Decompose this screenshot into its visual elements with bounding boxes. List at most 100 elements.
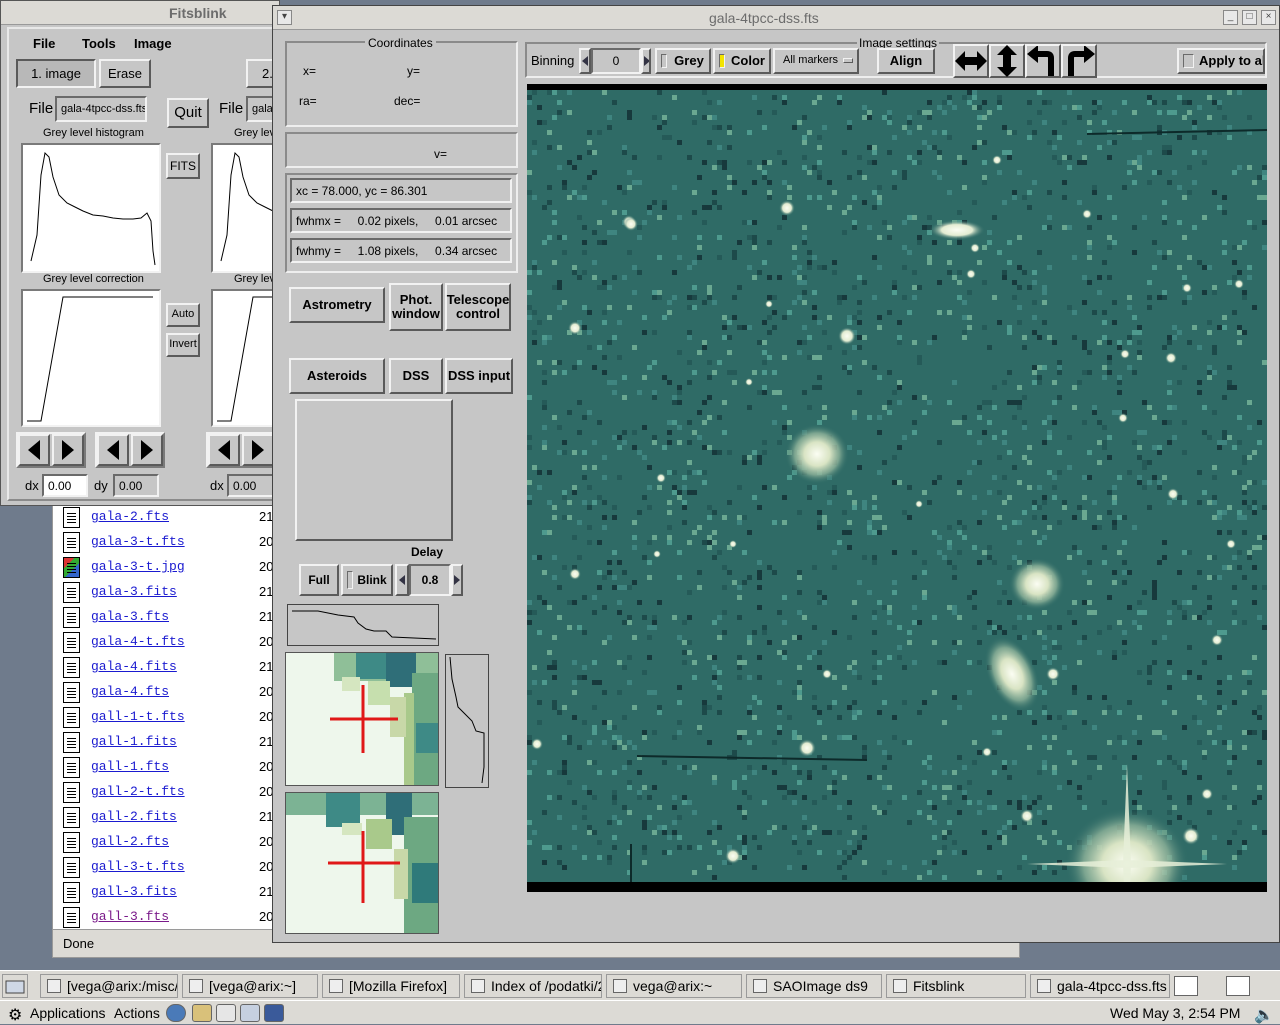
taskbar-button[interactable]: [Mozilla Firefox]	[322, 974, 460, 998]
file-link[interactable]: gala-3.fts	[91, 609, 169, 624]
actions-menu[interactable]: Actions	[114, 1005, 160, 1021]
x-label: x=	[303, 64, 317, 78]
left-arrow-button-2[interactable]	[97, 434, 129, 466]
dy-input[interactable]: 0.00	[113, 474, 159, 497]
binning-decrease-button[interactable]	[579, 48, 591, 74]
file-link[interactable]: gall-1.fts	[91, 759, 169, 774]
window-menu-icon[interactable]: ▾	[277, 10, 292, 25]
taskbar-button[interactable]: [vega@arix:/misc/a	[40, 974, 178, 998]
asteroids-button[interactable]: Asteroids	[289, 358, 385, 394]
file-link[interactable]: gala-4.fits	[91, 659, 177, 674]
full-button[interactable]: Full	[299, 564, 339, 596]
left-arrow-button[interactable]	[18, 434, 50, 466]
color-indicator	[719, 54, 725, 68]
star	[1201, 788, 1213, 800]
blink-toggle[interactable]: Blink	[341, 564, 393, 596]
star	[745, 378, 753, 386]
telescope-control-button[interactable]: Telescope control	[445, 283, 511, 331]
binning-increase-button[interactable]	[641, 48, 651, 74]
taskbar-button[interactable]: [vega@arix:~]	[182, 974, 318, 998]
file-link[interactable]: gala-3.fits	[91, 584, 177, 599]
volume-icon[interactable]: 🔈	[1254, 1005, 1274, 1025]
small-right-arrow-icon	[454, 575, 460, 585]
grey-toggle[interactable]: Grey	[655, 48, 711, 74]
file-link[interactable]: gall-2.fts	[91, 834, 169, 849]
astrometry-button[interactable]: Astrometry	[289, 287, 385, 323]
minimize-icon[interactable]: _	[1223, 10, 1238, 25]
star	[1234, 279, 1244, 289]
presentation-icon[interactable]	[240, 1004, 260, 1022]
dx-input[interactable]: 0.00	[42, 474, 88, 497]
show-desktop-button[interactable]	[2, 974, 28, 998]
fits-button[interactable]: FITS	[166, 153, 200, 179]
menu-tools[interactable]: Tools	[82, 36, 116, 51]
writer-icon[interactable]	[216, 1004, 236, 1022]
sky-image-view[interactable]	[527, 84, 1268, 964]
invert-button[interactable]: Invert	[166, 333, 200, 357]
file-link[interactable]: gall-3-t.fts	[91, 859, 185, 874]
close-icon[interactable]: ×	[1261, 10, 1276, 25]
redhat-menu-icon[interactable]: ⚙	[8, 1005, 22, 1025]
left-arrow-button-3[interactable]	[208, 434, 240, 466]
quit-button[interactable]: Quit	[167, 98, 209, 128]
email-icon[interactable]	[192, 1004, 212, 1022]
file-link[interactable]: gall-1-t.fts	[91, 709, 185, 724]
window-icon	[613, 979, 627, 993]
dss-input-button[interactable]: DSS input	[445, 358, 513, 394]
dx-input-2[interactable]: 0.00	[227, 474, 277, 497]
document-icon	[63, 732, 80, 753]
erase-button[interactable]: Erase	[99, 59, 151, 88]
file-field[interactable]: gala-4tpcc-dss.fts	[55, 96, 147, 122]
menu-image[interactable]: Image	[134, 36, 172, 51]
tab-image-1[interactable]: 1. image	[16, 59, 96, 88]
auto-button[interactable]: Auto	[166, 303, 200, 327]
taskbar-button[interactable]: Index of /podatki/20	[464, 974, 602, 998]
file-link[interactable]: gall-1.fits	[91, 734, 177, 749]
right-arrow-button-3[interactable]	[242, 434, 274, 466]
taskbar-button[interactable]: Fitsblink	[886, 974, 1026, 998]
arrow-left-icon	[28, 440, 40, 460]
dx-label-2: dx	[210, 478, 224, 493]
arrow-right-icon	[62, 440, 74, 460]
web-browser-icon[interactable]	[166, 1004, 186, 1022]
file-link[interactable]: gala-2.fts	[91, 509, 169, 524]
workspace-1-icon[interactable]	[1174, 976, 1198, 996]
file-link[interactable]: gala-3-t.jpg	[91, 559, 185, 574]
applications-menu[interactable]: Applications	[30, 1005, 106, 1021]
file-link[interactable]: gala-4.fts	[91, 684, 169, 699]
taskbar-button[interactable]: gala-4tpcc-dss.fts	[1030, 974, 1170, 998]
workspace-2-icon[interactable]	[1226, 976, 1250, 996]
file-link[interactable]: gall-2.fits	[91, 809, 177, 824]
delay-value[interactable]: 0.8	[409, 564, 451, 596]
file-link[interactable]: gala-4-t.fts	[91, 634, 185, 649]
apply-to-all-toggle[interactable]: Apply to all	[1177, 48, 1265, 74]
delay-decrease-button[interactable]	[395, 564, 409, 596]
maximize-icon[interactable]: □	[1242, 10, 1257, 25]
clock: Wed May 3, 2:54 PM	[1110, 1005, 1241, 1021]
dss-button[interactable]: DSS	[389, 358, 443, 394]
top-panel: ⚙ Applications Actions Wed May 3, 2:54 P…	[0, 1000, 1280, 1024]
file-link[interactable]: gall-3.fts	[91, 909, 169, 924]
binning-value[interactable]: 0	[591, 48, 641, 74]
color-toggle[interactable]: Color	[713, 48, 771, 74]
align-button[interactable]: Align	[877, 48, 935, 74]
phot-window-button[interactable]: Phot. window	[389, 283, 443, 331]
rotate-right-button[interactable]	[1061, 44, 1097, 78]
taskbar-button[interactable]: SAOImage ds9	[746, 974, 882, 998]
flip-vertical-button[interactable]	[989, 44, 1025, 78]
markers-dropdown[interactable]: All markers	[773, 48, 859, 74]
taskbar-button[interactable]: vega@arix:~	[606, 974, 742, 998]
rotate-left-button[interactable]	[1025, 44, 1061, 78]
image-window-title-bar[interactable]: ▾ gala-4tpcc-dss.fts _ □ ×	[273, 6, 1279, 30]
right-arrow-button[interactable]	[52, 434, 84, 466]
flip-horizontal-button[interactable]	[953, 44, 989, 78]
fitsblink-title-bar[interactable]: Fitsblink	[1, 1, 279, 25]
file-link[interactable]: gala-3-t.fts	[91, 534, 185, 549]
file-link[interactable]: gall-2-t.fts	[91, 784, 185, 799]
terminal-icon[interactable]	[264, 1004, 284, 1022]
document-icon	[63, 507, 80, 528]
menu-file[interactable]: File	[33, 36, 55, 51]
right-arrow-button-2[interactable]	[131, 434, 163, 466]
delay-increase-button[interactable]	[451, 564, 463, 596]
file-link[interactable]: gall-3.fits	[91, 884, 177, 899]
